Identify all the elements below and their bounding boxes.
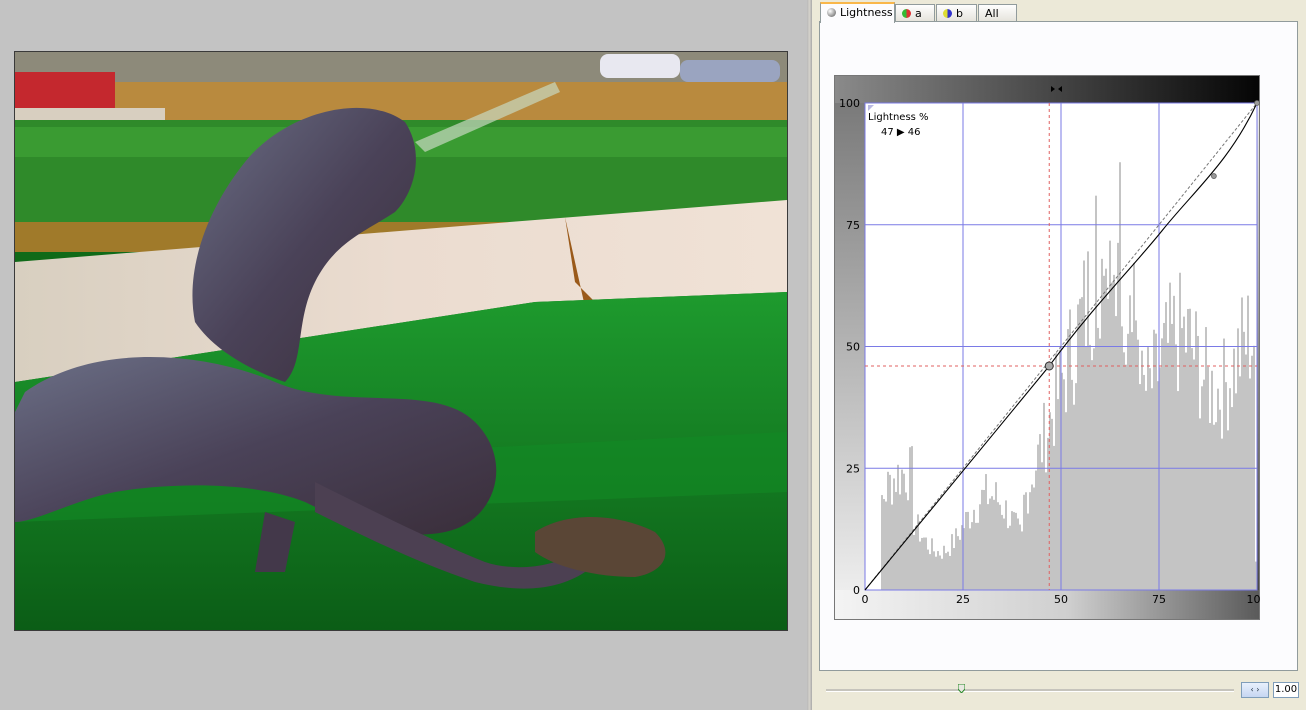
- y-tick-label: 75: [846, 219, 860, 232]
- image-viewport: [0, 0, 807, 710]
- tab-lightness-label: Lightness: [840, 6, 893, 19]
- x-tick-label: 25: [956, 593, 970, 606]
- spin-arrows-icon[interactable]: ‹ ›: [1241, 682, 1269, 698]
- x-tick-label: 75: [1152, 593, 1166, 606]
- dragon-fountain-photo: [15, 52, 787, 630]
- strength-value-field[interactable]: 1.00: [1273, 682, 1299, 698]
- x-tick-label: 50: [1054, 593, 1068, 606]
- x-tick-label: 100: [1247, 593, 1261, 606]
- tab-all-label: All: [985, 7, 999, 20]
- curve-control-point-selected[interactable]: [1044, 361, 1054, 371]
- strength-slider-track[interactable]: [826, 689, 1234, 692]
- curve-graph[interactable]: 0 25 50 75 100 0 25 50 75 100 Lightness % 47 ▶ 4…: [834, 75, 1268, 620]
- y-tick-label: 0: [853, 584, 860, 597]
- y-tick-label: 100: [839, 97, 860, 110]
- tab-a[interactable]: a: [895, 4, 935, 21]
- curve-editor[interactable]: 0 25 50 75 100 0 25 50 75 100 Lightness % 47 ▶ 4…: [834, 75, 1268, 620]
- input-gradient-bottom: [835, 590, 1259, 619]
- readout-label: Lightness %: [868, 112, 929, 123]
- b-channel-icon: [943, 9, 952, 18]
- lightness-channel-icon: [827, 8, 836, 17]
- y-tick-label: 25: [846, 462, 860, 475]
- tab-b[interactable]: b: [936, 4, 977, 21]
- tab-a-label: a: [915, 7, 922, 20]
- strength-slider-thumb[interactable]: [958, 684, 965, 693]
- curves-panel: Lightness a b All 0 25 50 75 100 0 25 50…: [812, 0, 1306, 710]
- input-gradient-left: [835, 103, 865, 619]
- tab-lightness[interactable]: Lightness: [820, 2, 895, 23]
- a-channel-icon: [902, 9, 911, 18]
- curve-control-point[interactable]: [1210, 173, 1217, 179]
- output-gradient-bar: [835, 76, 1259, 103]
- y-tick-label: 50: [846, 341, 860, 354]
- x-tick-label: 0: [862, 593, 869, 606]
- tab-b-label: b: [956, 7, 963, 20]
- readout-value: 47 ▶ 46: [881, 127, 921, 138]
- photo-preview[interactable]: [14, 51, 788, 631]
- curve-endpoint[interactable]: [1254, 100, 1260, 106]
- strength-bar: ‹ › 1.00: [820, 680, 1299, 700]
- tab-all[interactable]: All: [978, 4, 1017, 21]
